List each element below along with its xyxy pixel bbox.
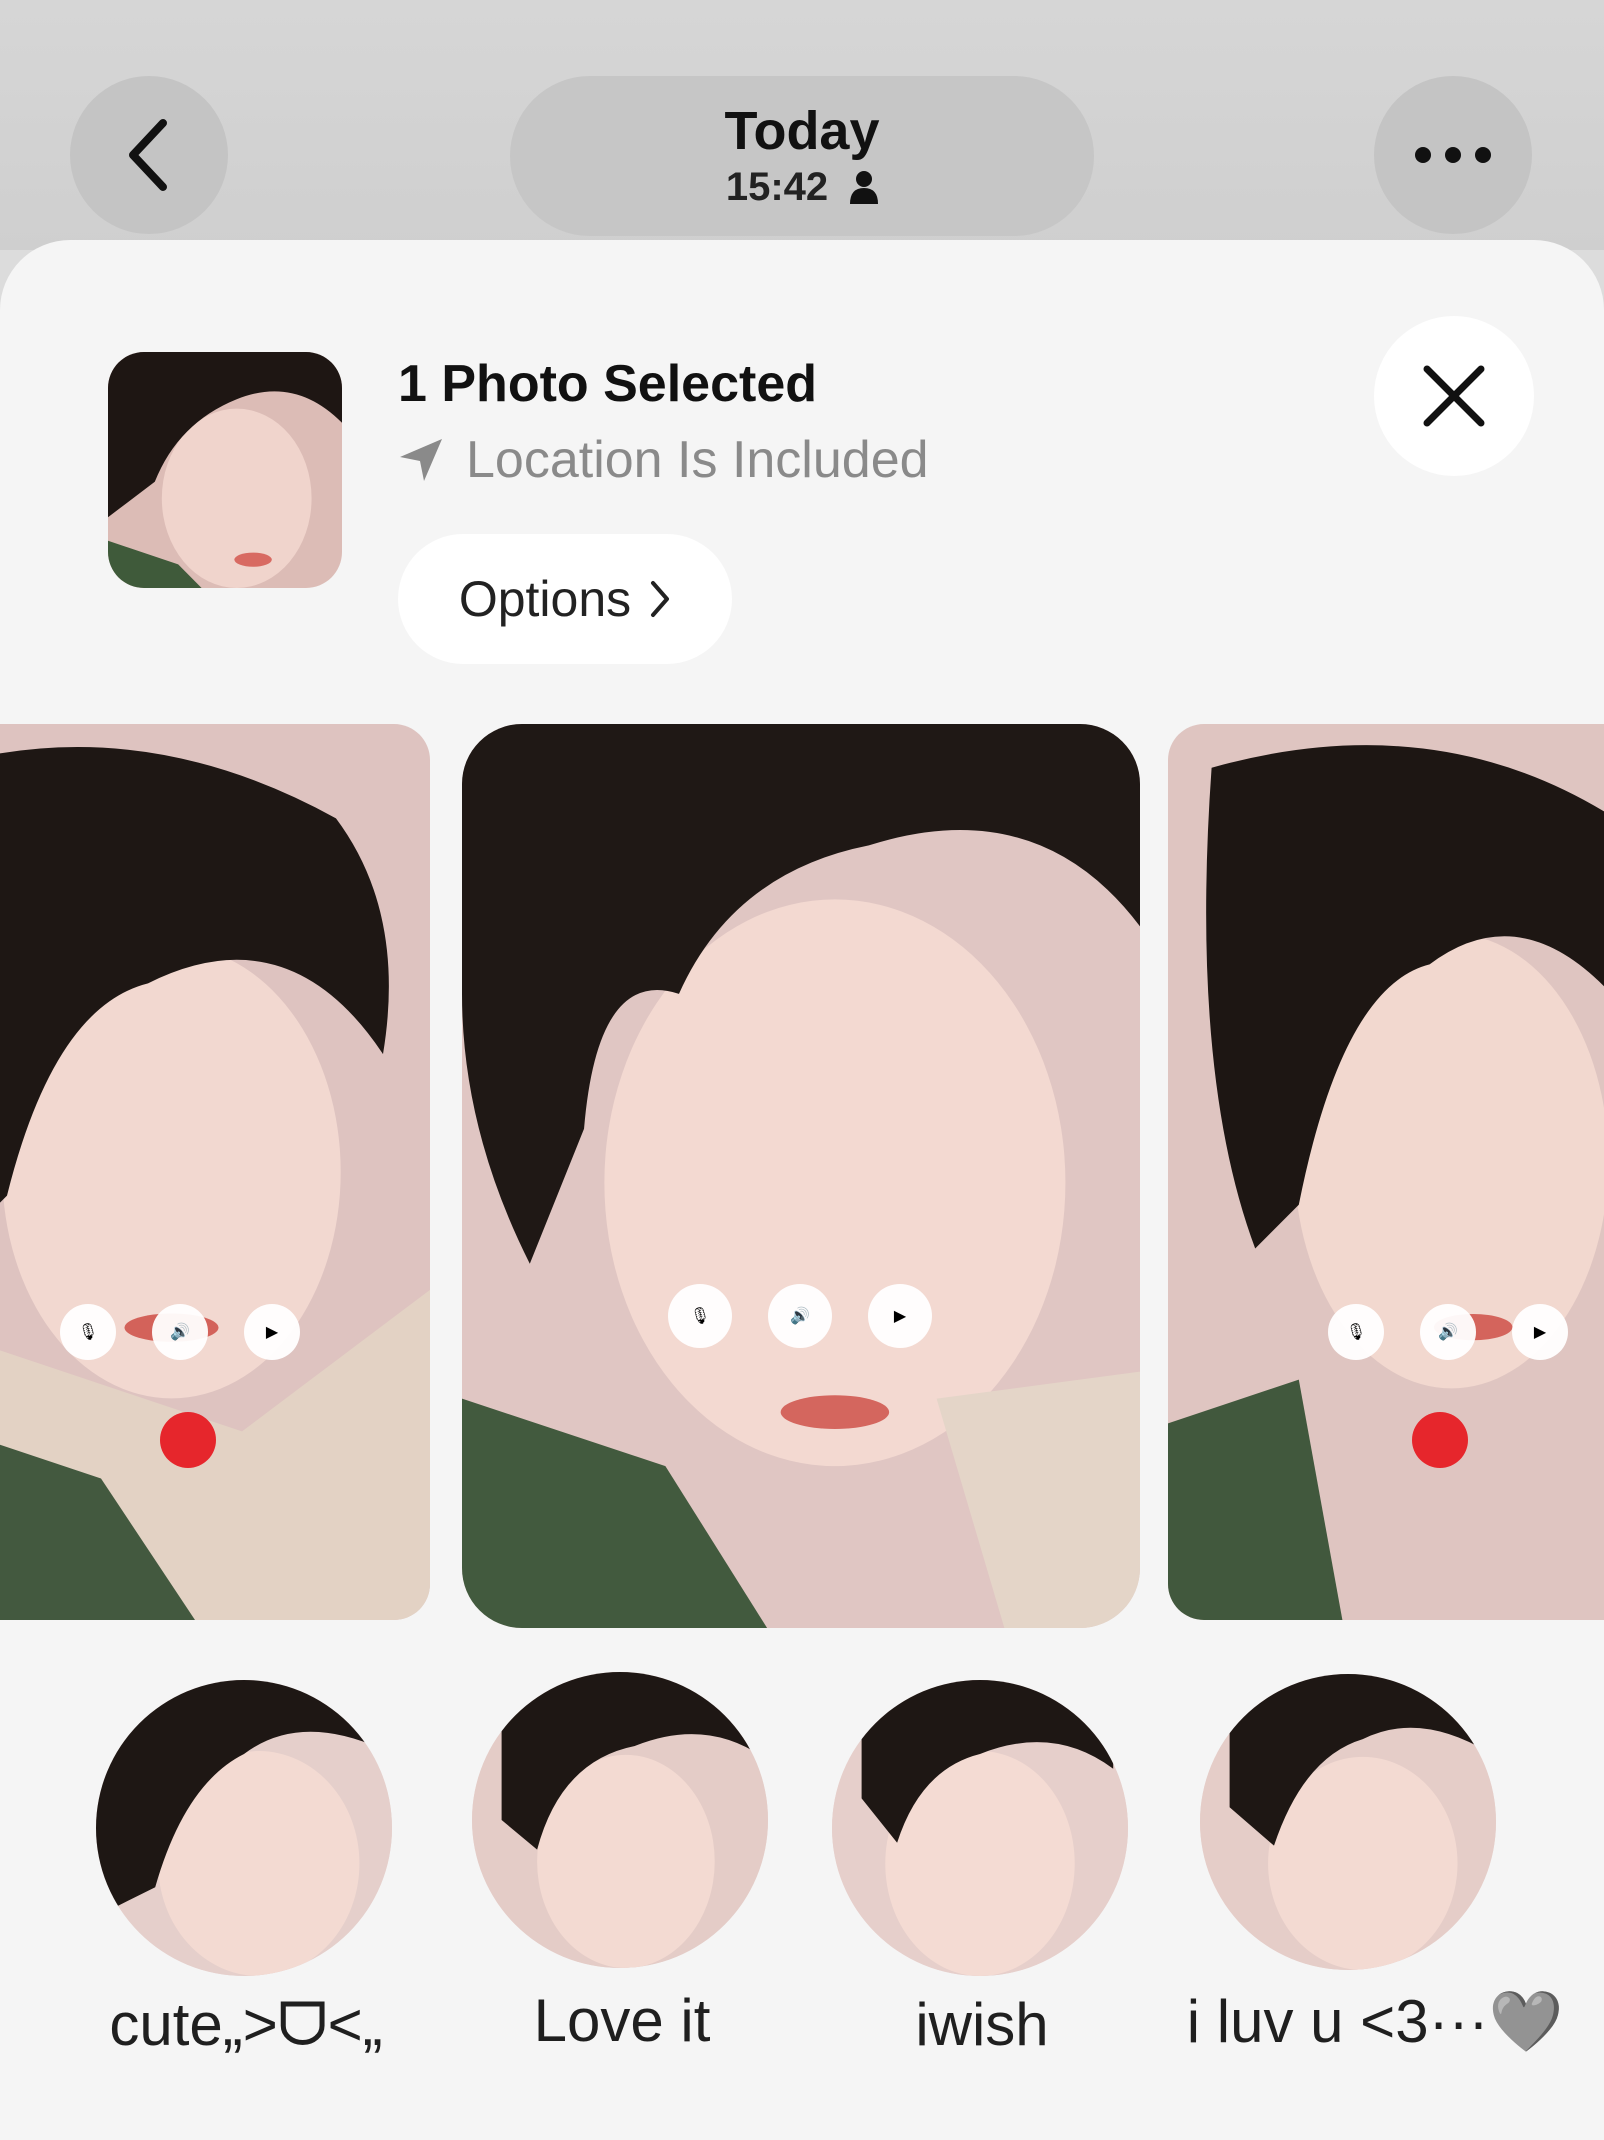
- mic-icon: 🎙: [668, 1284, 732, 1348]
- location-arrow-icon: [400, 439, 442, 481]
- sticker-3-caption: iwish: [915, 1991, 1049, 2058]
- camera-icon: ▶: [868, 1284, 932, 1348]
- sticker-3[interactable]: [832, 1680, 1128, 1976]
- mic-icon: 🎙: [1328, 1304, 1384, 1360]
- sticker-4[interactable]: [1200, 1674, 1496, 1970]
- portrait-image: [0, 724, 430, 1620]
- back-button[interactable]: [70, 76, 228, 234]
- speaker-icon: 🔊: [1420, 1304, 1476, 1360]
- options-label: Options: [458, 571, 632, 627]
- sticker-4-caption: i luv u <3···🩶: [1186, 1988, 1564, 2055]
- more-button[interactable]: [1374, 76, 1532, 234]
- sticker-2[interactable]: [472, 1672, 768, 1968]
- mic-icon: 🎙: [60, 1304, 116, 1360]
- selected-photo-thumbnail[interactable]: [108, 352, 342, 588]
- camera-icon: ▶: [244, 1304, 300, 1360]
- ellipsis-icon: [1415, 147, 1491, 163]
- location-text: Location Is Included: [466, 431, 929, 489]
- selection-title: 1 Photo Selected: [398, 355, 817, 413]
- portrait-image: [472, 1672, 768, 1968]
- location-info: Location Is Included: [398, 430, 929, 490]
- end-call-icon: [1412, 1412, 1468, 1468]
- person-icon: [850, 171, 879, 204]
- close-icon: [1423, 365, 1485, 427]
- options-button[interactable]: Options: [398, 534, 732, 664]
- portrait-image: [108, 352, 342, 588]
- portrait-image: [1168, 724, 1604, 1620]
- chevron-left-icon: [129, 119, 167, 191]
- portrait-image: [832, 1680, 1128, 1976]
- page-title: Today: [724, 101, 880, 161]
- sticker-2-caption: Love it: [533, 1987, 711, 2054]
- speaker-icon: 🔊: [768, 1284, 832, 1348]
- photo-card-previous[interactable]: 🎙 🔊 ▶: [0, 724, 430, 1620]
- photo-card-next[interactable]: 🎙 🔊 ▶: [1168, 724, 1604, 1620]
- sticker-1-caption: cute„>ᗜ<„: [109, 1991, 383, 2058]
- close-button[interactable]: [1374, 316, 1534, 476]
- portrait-image: [1200, 1674, 1496, 1970]
- photo-card-current[interactable]: 🎙 🔊 ▶: [462, 724, 1140, 1628]
- portrait-image: [462, 724, 1140, 1628]
- conversation-title[interactable]: Today 15:42: [510, 76, 1094, 236]
- portrait-image: [96, 1680, 392, 1976]
- chevron-right-icon: [651, 581, 670, 617]
- end-call-icon: [160, 1412, 216, 1468]
- header-time: 15:42: [725, 165, 829, 209]
- speaker-icon: 🔊: [152, 1304, 208, 1360]
- camera-icon: ▶: [1512, 1304, 1568, 1360]
- sticker-1[interactable]: [96, 1680, 392, 1976]
